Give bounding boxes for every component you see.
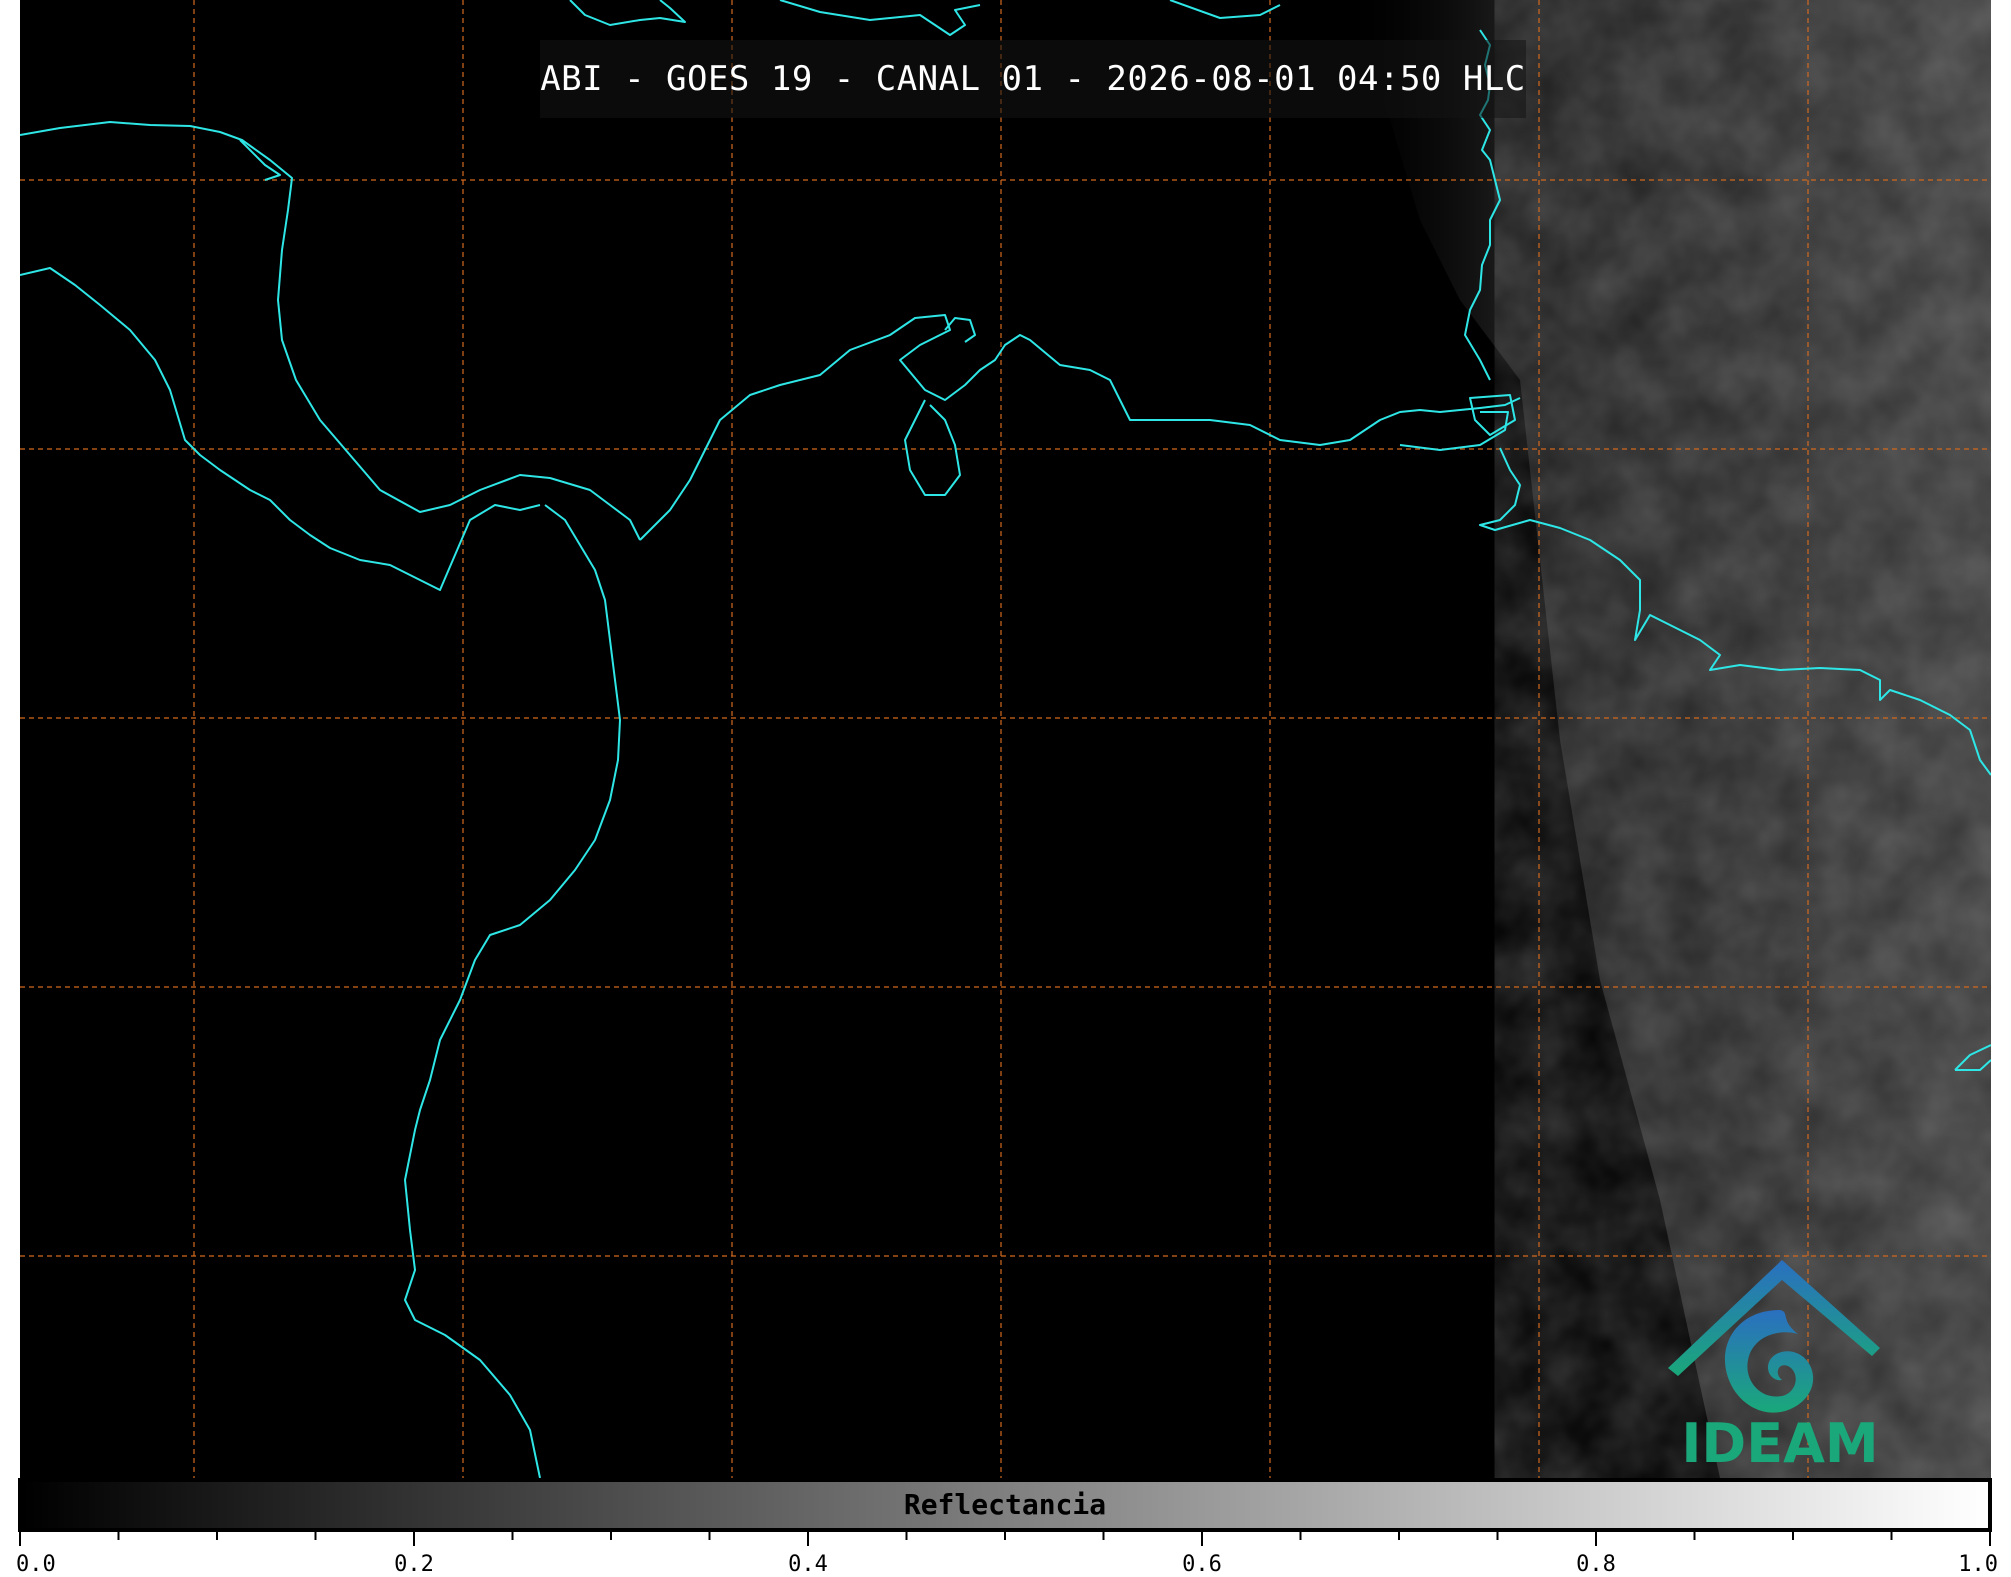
central-america-coast (20, 121, 641, 541)
caribbean-islands-top (569, 0, 1281, 36)
honduras-bay-coast (239, 139, 281, 181)
colorbar-tick-label: 0.0 (16, 1552, 56, 1577)
colorbar-tick-label: 1.0 (1958, 1552, 1998, 1577)
colorbar-tick-label: 0.6 (1182, 1552, 1222, 1577)
colorbar-tick-label: 0.8 (1576, 1552, 1616, 1577)
map-title: ABI - GOES 19 - CANAL 01 - 2026-08-01 04… (540, 59, 1526, 99)
ideam-logo-text: IDEAM (1681, 1412, 1879, 1475)
colorbar-ticks (19, 1530, 1991, 1546)
colombia-pacific-coast (404, 504, 621, 1478)
colorbar-label: Reflectancia (903, 1488, 1107, 1521)
colorbar-tick-label: 0.4 (788, 1552, 828, 1577)
maracaibo-lake (904, 399, 961, 496)
caribbean-coast (639, 314, 1521, 541)
colorbar-tick-label: 0.2 (394, 1552, 434, 1577)
